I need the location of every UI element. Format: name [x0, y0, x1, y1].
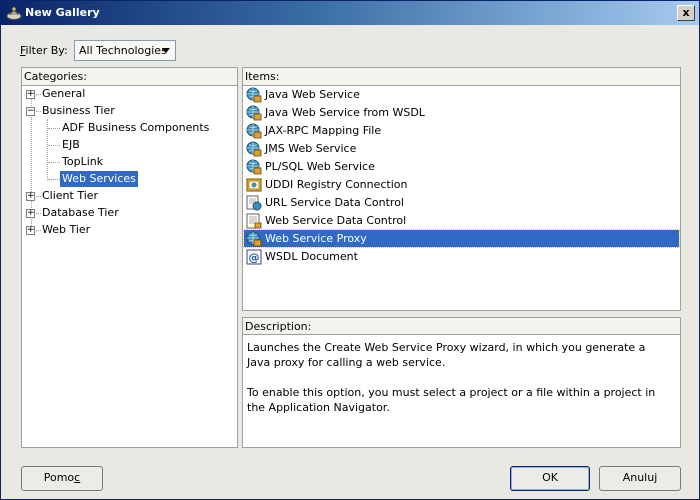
tree-item-ejb[interactable]: EJB: [62, 137, 80, 153]
tree-item-web-services[interactable]: Web Services: [60, 171, 138, 187]
tree-connector: [36, 94, 41, 95]
tree-connector: [36, 111, 41, 112]
item-uddi-registry-connection[interactable]: UDDI Registry Connection: [244, 176, 679, 193]
tree-connector: [36, 213, 41, 214]
url-data-control-icon: [246, 195, 262, 211]
tree-item-client-tier[interactable]: Client Tier: [42, 188, 98, 204]
categories-header: Categories:: [21, 67, 238, 85]
item-java-web-service[interactable]: Java Web Service: [244, 86, 679, 103]
wsdl-document-icon: @: [246, 249, 262, 265]
tree-connector: [36, 230, 41, 231]
ok-button[interactable]: OK: [510, 466, 590, 491]
web-service-icon: [246, 141, 262, 157]
filter-label: Filter By:: [20, 44, 68, 57]
description-text: Launches the Create Web Service Proxy wi…: [247, 341, 656, 414]
item-plsql-web-service[interactable]: PL/SQL Web Service: [244, 158, 679, 175]
data-control-icon: [246, 213, 262, 229]
filter-dropdown[interactable]: All Technologies: [74, 40, 176, 61]
item-jax-rpc-mapping-file[interactable]: JAX-RPC Mapping File: [244, 122, 679, 139]
expand-icon[interactable]: +: [26, 226, 35, 235]
svg-text:@: @: [249, 251, 260, 264]
tree-connector: [48, 179, 60, 180]
item-jms-web-service[interactable]: JMS Web Service: [244, 140, 679, 157]
item-web-service-data-control[interactable]: Web Service Data Control: [244, 212, 679, 229]
tree-item-toplink[interactable]: TopLink: [62, 154, 103, 170]
filter-value: All Technologies: [79, 44, 167, 57]
web-service-icon: [246, 105, 262, 121]
tree-item-business-tier[interactable]: Business Tier: [42, 103, 115, 119]
chevron-down-icon[interactable]: [162, 48, 170, 53]
help-button[interactable]: Pomoc: [21, 466, 103, 491]
collapse-icon[interactable]: −: [26, 107, 35, 116]
tree-item-adf-business-components[interactable]: ADF Business Components: [62, 120, 209, 136]
tree-item-general[interactable]: General: [42, 86, 85, 102]
app-icon: [6, 6, 22, 20]
tree-connector: [48, 145, 60, 146]
close-button[interactable]: x: [677, 5, 695, 21]
description-header: Description:: [242, 317, 681, 334]
uddi-registry-icon: [246, 177, 262, 193]
web-service-icon: [246, 231, 262, 247]
cancel-button[interactable]: Anuluj: [599, 466, 681, 491]
tree-connector: [36, 196, 41, 197]
tree-item-web-tier[interactable]: Web Tier: [42, 222, 90, 238]
expand-icon[interactable]: +: [26, 192, 35, 201]
item-web-service-proxy[interactable]: Web Service Proxy: [243, 229, 680, 248]
tree-item-database-tier[interactable]: Database Tier: [42, 205, 119, 221]
tree-connector: [48, 162, 60, 163]
expand-icon[interactable]: +: [26, 209, 35, 218]
window-title: New Gallery: [25, 6, 100, 19]
item-url-service-data-control[interactable]: URL Service Data Control: [244, 194, 679, 211]
items-list[interactable]: Java Web Service Java Web Service from W…: [242, 85, 681, 311]
items-header: Items:: [242, 67, 681, 85]
description-panel: Launches the Create Web Service Proxy wi…: [242, 334, 681, 448]
web-service-icon: [246, 159, 262, 175]
title-bar[interactable]: New Gallery x: [1, 1, 699, 25]
web-service-icon: [246, 87, 262, 103]
item-java-web-service-from-wsdl[interactable]: Java Web Service from WSDL: [244, 104, 679, 121]
new-gallery-dialog: New Gallery x Filter By: All Technologie…: [0, 0, 700, 500]
item-wsdl-document[interactable]: @ WSDL Document: [244, 248, 679, 265]
expand-icon[interactable]: +: [26, 90, 35, 99]
web-service-icon: [246, 123, 262, 139]
categories-tree[interactable]: + General − Business Tier ADF Business C…: [21, 85, 238, 448]
tree-connector: [48, 128, 60, 129]
